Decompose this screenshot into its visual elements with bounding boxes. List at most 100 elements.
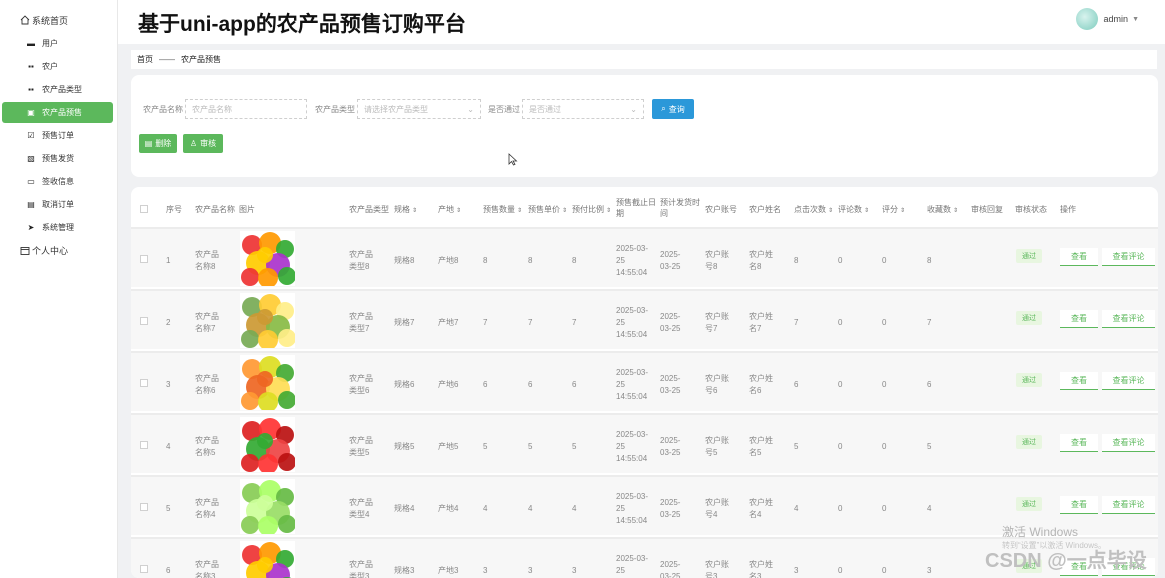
column-header: 审核状态 [1015, 205, 1047, 214]
sort-icon[interactable]: ⇕ [606, 208, 611, 214]
column-header[interactable]: 产地 ⇕ [438, 204, 461, 215]
row-checkbox[interactable] [140, 379, 148, 387]
cell-ship: 2025-03-25 [660, 312, 681, 333]
view-comments-button[interactable]: 查看评论 [1102, 434, 1155, 452]
delete-button[interactable]: ▤ 删除 [139, 134, 177, 153]
cell-qty: 8 [483, 256, 488, 265]
cell-deadline: 2025-03-25 14:55:04 [616, 368, 649, 401]
sidebar-item-8[interactable]: ➤ 系统管理 [2, 217, 113, 238]
cell-ratio: 7 [572, 318, 577, 327]
cell-price: 7 [528, 318, 533, 327]
sidebar-item-5[interactable]: ▧ 预售发货 [2, 148, 113, 169]
cell-ship: 2025-03-25 [660, 436, 681, 457]
cell-account: 农户账号4 [705, 498, 729, 519]
view-comments-button[interactable]: 查看评论 [1102, 310, 1155, 328]
cell-fav: 3 [927, 566, 932, 575]
sidebar-item-6[interactable]: ▭ 签收信息 [2, 171, 113, 192]
sidebar-item-2[interactable]: ▪▪ 农产品类型 [2, 79, 113, 100]
view-button[interactable]: 查看 [1060, 434, 1098, 452]
table-row: 1 农产品名称8 农产品类型8 规格8 产地8 8 8 8 2025-03-25 14:55:0… [131, 227, 1158, 287]
sidebar-item-personal-center[interactable]: 个人中心 [0, 240, 117, 261]
sidebar-item-0[interactable]: ▬ 用户 [2, 33, 113, 54]
column-header: 预计发货时间 [660, 198, 700, 218]
product-image [240, 355, 295, 410]
status-badge: 通过 [1016, 249, 1042, 263]
type-select[interactable]: 请选择农产品类型 ⌄ [357, 99, 481, 119]
checkbox-icon: ☑ [27, 131, 35, 140]
sidebar-item-3[interactable]: ▣ 农产品预售 [2, 102, 113, 123]
row-checkbox[interactable] [140, 317, 148, 325]
sort-icon[interactable]: ⇕ [412, 208, 417, 214]
sort-icon[interactable]: ⇕ [517, 208, 522, 214]
cell-origin: 产地5 [438, 442, 459, 451]
breadcrumb-home[interactable]: 首页 [137, 54, 153, 65]
cell-ship: 2025-03-25 [660, 560, 681, 578]
row-checkbox[interactable] [140, 255, 148, 263]
view-comments-button[interactable]: 查看评论 [1102, 248, 1155, 266]
pass-label: 是否通过 [488, 104, 520, 114]
column-header[interactable]: 收藏数 ⇕ [927, 204, 958, 215]
cell-name: 农产品名称7 [195, 312, 219, 333]
view-comments-button[interactable]: 查看评论 [1102, 496, 1155, 514]
row-checkbox[interactable] [140, 565, 148, 573]
column-header[interactable]: 点击次数 ⇕ [794, 204, 833, 215]
sort-icon[interactable]: ⇕ [456, 208, 461, 214]
search-button[interactable]: ⌕ 查询 [652, 99, 694, 119]
cell-spec: 规格4 [394, 504, 415, 513]
sort-icon[interactable]: ⇕ [864, 208, 869, 214]
cell-ship: 2025-03-25 [660, 498, 681, 519]
cell-deadline: 2025-03-25 14:55:04 [616, 554, 649, 575]
breadcrumb-current: 农产品预售 [181, 55, 221, 64]
view-button[interactable]: 查看 [1060, 372, 1098, 390]
cell-ratio: 5 [572, 442, 577, 451]
cell-origin: 产地7 [438, 318, 459, 327]
view-comments-button[interactable]: 查看评论 [1102, 372, 1155, 390]
view-button[interactable]: 查看 [1060, 496, 1098, 514]
cell-index: 1 [166, 256, 171, 265]
search-field-name: 农产品名称 农产品名称 [143, 99, 307, 119]
cell-spec: 规格3 [394, 566, 415, 575]
sidebar-item-label: 农产品预售 [42, 108, 82, 117]
grid-icon: ▪▪ [28, 85, 34, 94]
search-field-pass: 是否通过 是否通过 ⌄ [488, 99, 644, 119]
column-header: 预售截止日期 [616, 198, 656, 218]
column-header[interactable]: 规格 ⇕ [394, 204, 417, 215]
cell-type: 农产品类型3 [349, 560, 373, 578]
user-menu[interactable]: admin ▼ [1075, 8, 1139, 30]
table-row: 4 农产品名称5 农产品类型5 规格5 产地5 5 5 5 2025-03-25 14:55:0… [131, 413, 1158, 473]
audit-button[interactable]: ♙ 审核 [183, 134, 223, 153]
cell-account: 农户账号7 [705, 312, 729, 333]
sidebar-item-label: 预售发货 [42, 154, 74, 163]
cell-comments: 0 [838, 566, 843, 575]
row-checkbox[interactable] [140, 503, 148, 511]
column-header[interactable]: 评分 ⇕ [882, 204, 905, 215]
cell-price: 6 [528, 380, 533, 389]
sidebar-item-4[interactable]: ☑ 预售订单 [2, 125, 113, 146]
sidebar-item-7[interactable]: ▤ 取消订单 [2, 194, 113, 215]
gift-icon: ▧ [27, 154, 35, 163]
column-header[interactable]: 预售数量 ⇕ [483, 204, 522, 215]
cell-spec: 规格8 [394, 256, 415, 265]
sidebar-item-label: 农户 [42, 62, 58, 71]
select-all-checkbox[interactable] [140, 205, 148, 213]
sidebar-item-home[interactable]: 系统首页 [0, 9, 117, 31]
search-panel: 农产品名称 农产品名称 农产品类型 请选择农产品类型 ⌄ 是否通过 是否通过 ⌄ ⌕… [131, 75, 1158, 177]
sort-icon[interactable]: ⇕ [828, 208, 833, 214]
sidebar-item-1[interactable]: ▪▪ 农户 [2, 56, 113, 77]
chevron-down-icon: ▼ [1132, 15, 1139, 23]
database-icon: ▤ [27, 200, 35, 209]
cell-account: 农户账号8 [705, 250, 729, 271]
column-header[interactable]: 预付比例 ⇕ [572, 204, 611, 215]
column-header[interactable]: 预售单价 ⇕ [528, 204, 567, 215]
sort-icon[interactable]: ⇕ [562, 208, 567, 214]
pass-select[interactable]: 是否通过 ⌄ [522, 99, 644, 119]
sort-icon[interactable]: ⇕ [900, 208, 905, 214]
cell-fav: 8 [927, 256, 932, 265]
cell-account: 农户账号3 [705, 560, 729, 578]
name-input[interactable]: 农产品名称 [185, 99, 307, 119]
view-button[interactable]: 查看 [1060, 310, 1098, 328]
row-checkbox[interactable] [140, 441, 148, 449]
sort-icon[interactable]: ⇕ [953, 208, 958, 214]
column-header[interactable]: 评论数 ⇕ [838, 204, 869, 215]
view-button[interactable]: 查看 [1060, 248, 1098, 266]
